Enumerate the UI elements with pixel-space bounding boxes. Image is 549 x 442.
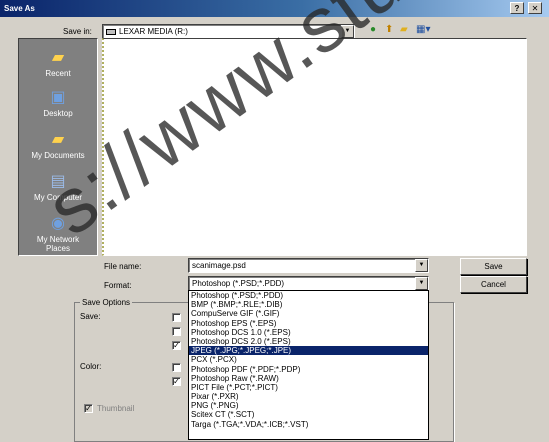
- color-option-checkbox[interactable]: [172, 363, 181, 372]
- thumbnail-checkbox[interactable]: ✓: [84, 404, 93, 413]
- file-name-input[interactable]: scanimage.psd ▼: [188, 258, 429, 273]
- format-option[interactable]: Photoshop PDF (*.PDF;*.PDP): [189, 365, 428, 374]
- close-button[interactable]: ✕: [528, 2, 542, 14]
- place-my-computer[interactable]: ▤ My Computer: [19, 173, 97, 202]
- place-label: Desktop: [43, 109, 73, 118]
- place-desktop[interactable]: ▣ Desktop: [19, 89, 97, 118]
- format-option[interactable]: Photoshop DCS 1.0 (*.EPS): [189, 328, 428, 337]
- recent-folder-icon: ▰: [51, 49, 65, 66]
- save-in-label: Save in:: [63, 27, 92, 36]
- format-option[interactable]: Photoshop DCS 2.0 (*.EPS): [189, 337, 428, 346]
- up-folder-icon[interactable]: ⬆: [385, 24, 393, 36]
- format-dropdown-list[interactable]: Photoshop (*.PSD;*.PDD) BMP (*.BMP;*.RLE;…: [188, 290, 429, 440]
- format-option[interactable]: PCX (*.PCX): [189, 355, 428, 364]
- help-button[interactable]: ?: [510, 2, 524, 14]
- format-option[interactable]: CompuServe GIF (*.GIF): [189, 309, 428, 318]
- format-option[interactable]: PICT File (*.PCT;*.PICT): [189, 383, 428, 392]
- save-option-checkbox[interactable]: [172, 313, 181, 322]
- chevron-down-icon[interactable]: ▼: [415, 277, 428, 290]
- format-option[interactable]: Photoshop EPS (*.EPS): [189, 319, 428, 328]
- place-my-network[interactable]: ◉ My Network Places: [19, 215, 97, 253]
- place-label: My Computer: [33, 193, 82, 202]
- format-option[interactable]: BMP (*.BMP;*.RLE;*.DIB): [189, 300, 428, 309]
- place-my-documents[interactable]: ▰ My Documents: [19, 131, 97, 160]
- desktop-icon: ▣: [50, 89, 66, 106]
- save-button[interactable]: Save: [460, 258, 527, 275]
- network-icon: ◉: [51, 215, 65, 232]
- new-folder-icon[interactable]: ▰: [400, 24, 408, 36]
- cancel-button[interactable]: Cancel: [460, 276, 527, 293]
- format-value: Photoshop (*.PSD;*.PDD): [192, 279, 285, 288]
- format-option[interactable]: Photoshop Raw (*.RAW): [189, 374, 428, 383]
- file-name-value: scanimage.psd: [192, 261, 246, 270]
- place-recent[interactable]: ▰ Recent: [19, 49, 97, 78]
- chevron-down-icon[interactable]: ▼: [341, 25, 354, 38]
- format-option[interactable]: Photoshop (*.PSD;*.PDD): [189, 291, 428, 300]
- format-option[interactable]: Targa (*.TGA;*.VDA;*.ICB;*.VST): [189, 420, 428, 429]
- view-menu-icon[interactable]: ▦▾: [416, 24, 430, 36]
- format-option[interactable]: PNG (*.PNG): [189, 401, 428, 410]
- save-in-dropdown[interactable]: LEXAR MEDIA (R:) ▼: [102, 24, 355, 39]
- place-label: My Documents: [31, 151, 85, 160]
- format-select[interactable]: Photoshop (*.PSD;*.PDD) ▼: [188, 276, 429, 291]
- color-option-checkbox[interactable]: ✓: [172, 377, 181, 386]
- save-options-label: Save Options: [80, 298, 133, 307]
- save-in-value: LEXAR MEDIA (R:): [119, 27, 188, 36]
- title-bar: Save As ? ✕: [0, 0, 549, 17]
- chevron-down-icon[interactable]: ▼: [415, 259, 428, 272]
- place-label: My Network Places: [36, 235, 80, 253]
- my-computer-icon: ▤: [50, 173, 66, 190]
- window-title: Save As: [4, 4, 35, 13]
- format-option[interactable]: JPEG (*.JPG;*.JPEG;*.JPE): [189, 346, 428, 356]
- file-list[interactable]: [102, 38, 527, 256]
- format-label: Format:: [104, 281, 132, 290]
- place-label: Recent: [45, 69, 71, 78]
- thumbnail-label: Thumbnail: [97, 404, 135, 413]
- format-option[interactable]: Scitex CT (*.SCT): [189, 410, 428, 419]
- drive-icon: [106, 28, 116, 35]
- format-option[interactable]: Pixar (*.PXR): [189, 392, 428, 401]
- color-label: Color:: [80, 362, 102, 371]
- back-icon[interactable]: ●: [370, 24, 376, 36]
- save-option-checkbox[interactable]: [172, 327, 181, 336]
- places-bar: ▰ Recent ▣ Desktop ▰ My Documents ▤ My C…: [18, 38, 98, 256]
- file-name-label: File name:: [104, 262, 142, 271]
- save-label: Save:: [80, 312, 101, 321]
- my-documents-icon: ▰: [51, 131, 65, 148]
- save-option-checkbox[interactable]: ✓: [172, 341, 181, 350]
